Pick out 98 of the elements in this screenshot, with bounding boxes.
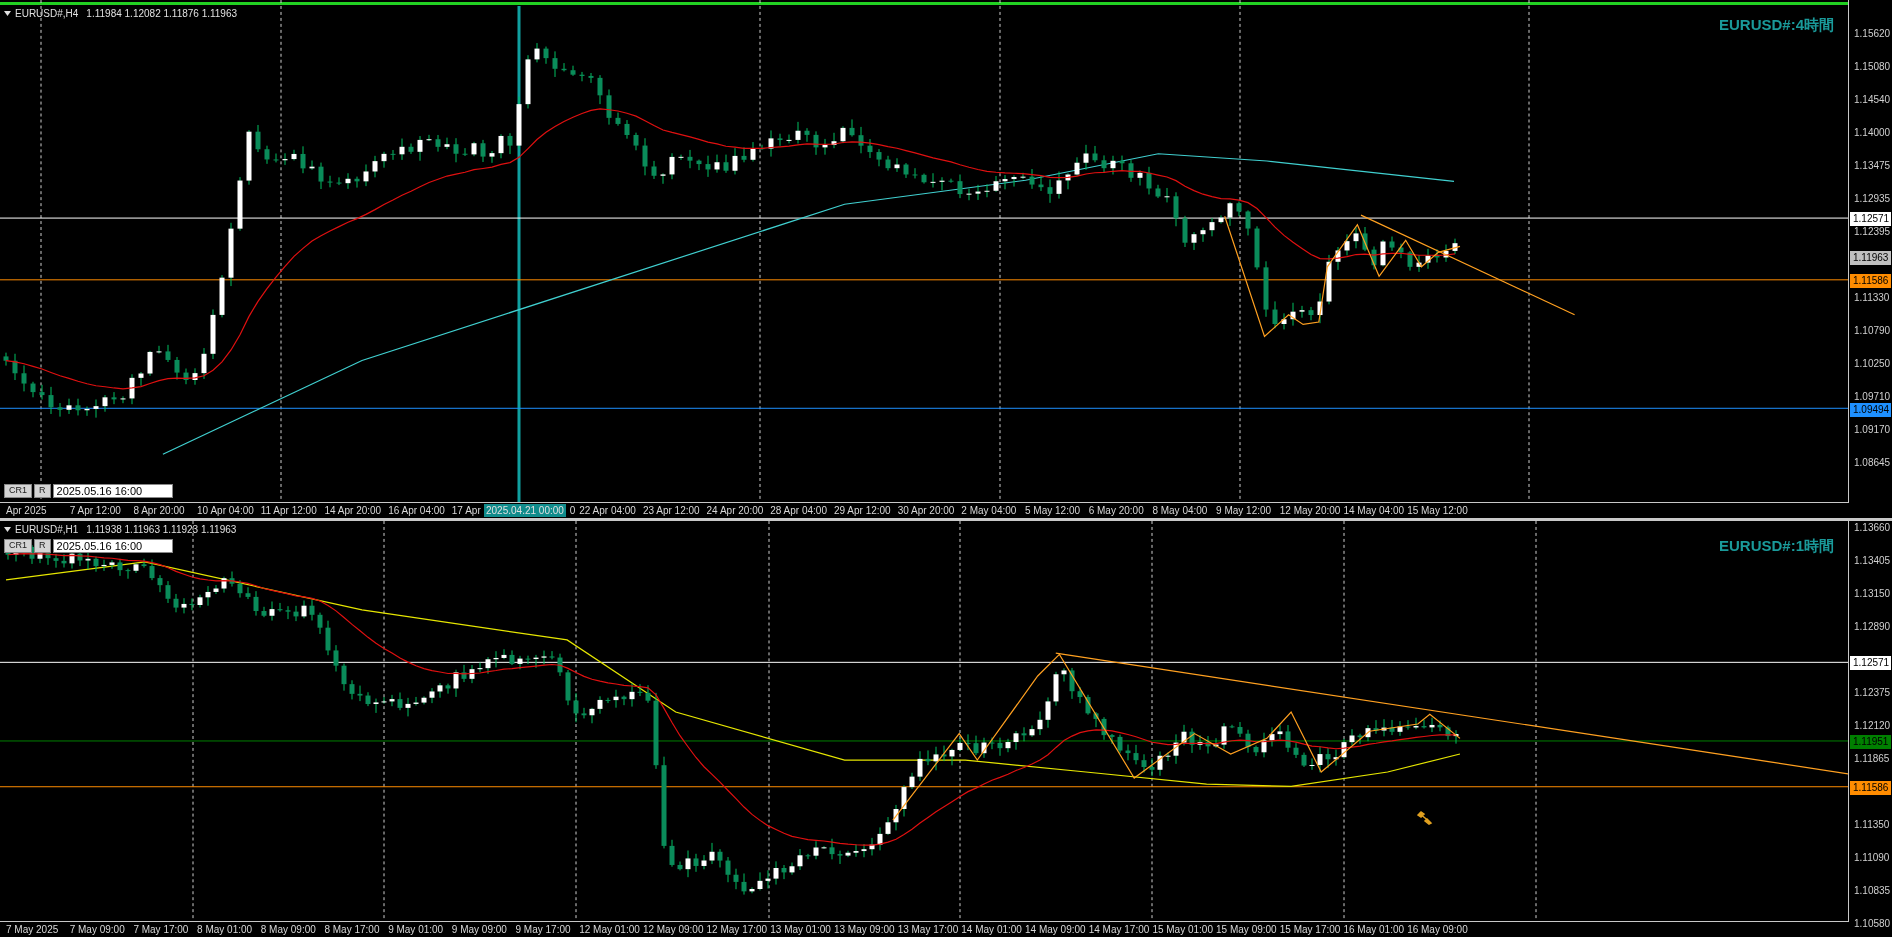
price-axis-label: 1.09710	[1854, 392, 1891, 402]
time-axis-label: 7 May 2025	[6, 923, 59, 937]
time-axis-label: Apr 2025	[6, 503, 47, 518]
zigzag-line[interactable]	[892, 653, 1461, 821]
dropdown-triangle-icon[interactable]	[4, 11, 11, 16]
price-axis-label: 1.13660	[1854, 522, 1891, 533]
price-level-line[interactable]	[0, 740, 1848, 742]
chart-toolbar-button[interactable]: CR1	[4, 483, 32, 498]
price-axis-label: 1.09170	[1854, 425, 1891, 435]
time-axis-label: 22 Apr 04:00	[579, 503, 636, 518]
time-axis-label: 8 Apr 20:00	[133, 503, 185, 518]
trend-line[interactable]	[1360, 214, 1576, 316]
time-axis-label: 8 May 09:00	[260, 923, 316, 937]
time-axis-label: 9 May 12:00	[1216, 503, 1272, 518]
price-axis-label: 1.12890	[1854, 621, 1891, 632]
price-axis-label: 1.10250	[1854, 359, 1891, 369]
time-axis-label: 15 May 12:00	[1407, 503, 1468, 518]
price-axis-label: 1.12375	[1854, 687, 1891, 698]
time-axis-label: 10 Apr 04:00	[197, 503, 254, 518]
time-axis-label: 16 May 09:00	[1407, 923, 1468, 937]
time-axis-label: 12 May 09:00	[642, 923, 704, 937]
time-axis-label: 14 Apr 20:00	[324, 503, 382, 518]
time-axis-label: 6 May 20:00	[1088, 503, 1144, 518]
price-axis-label: 1.14000	[1854, 128, 1891, 138]
time-axis-label: 12 May 20:00	[1279, 503, 1341, 518]
price-tag: 1.11963	[1850, 251, 1891, 265]
price-level-line[interactable]	[0, 786, 1848, 788]
time-axis-label: 13 May 09:00	[833, 923, 895, 937]
time-axis-label: 15 May 09:00	[1216, 923, 1277, 937]
price-axis-label: 1.12395	[1854, 227, 1891, 237]
price-axis-label: 1.10790	[1854, 326, 1891, 336]
price-tag: 1.11586	[1850, 274, 1891, 288]
price-axis-label: 1.11350	[1854, 819, 1890, 830]
time-axis-label: 15 May 17:00	[1279, 923, 1341, 937]
time-axis-label: 9 May 01:00	[388, 923, 444, 937]
time-axis-label: 9 May 09:00	[451, 923, 507, 937]
time-axis-label: 5 May 12:00	[1025, 503, 1081, 518]
time-cursor-label: 2025.04.21 00:00	[484, 503, 566, 517]
price-axis-label: 1.08645	[1854, 458, 1891, 468]
ohlc-values: 1.11984 1.12082 1.11876 1.11963	[86, 7, 238, 21]
price-axis-label: 1.13405	[1854, 555, 1891, 566]
time-axis-label: 15 May 01:00	[1152, 923, 1213, 937]
price-tag: 1.12571	[1850, 655, 1891, 670]
price-tag: 1.09494	[1850, 403, 1891, 417]
time-axis-label: 16 Apr 04:00	[388, 503, 445, 518]
ohlc-values: 1.11938 1.11963 1.11923 1.11963	[86, 522, 237, 537]
time-axis-label: 7 May 09:00	[69, 923, 125, 937]
pane-title: EURUSD#:4時間	[1718, 15, 1834, 35]
date-field[interactable]: 2025.05.16 16:00	[52, 483, 173, 498]
date-field[interactable]: 2025.05.16 16:00	[52, 538, 173, 553]
time-axis-label: 0	[569, 503, 576, 518]
price-axis-label: 1.13150	[1854, 588, 1891, 599]
time-axis-label: 8 May 04:00	[1152, 503, 1208, 518]
zigzag-line[interactable]	[1224, 215, 1461, 338]
price-axis-label: 1.13475	[1854, 161, 1891, 171]
price-axis-label: 1.11330	[1854, 293, 1890, 303]
time-axis-label: 13 May 17:00	[897, 923, 959, 937]
time-axis-label: 8 May 17:00	[324, 923, 380, 937]
chart-toolbar-button[interactable]: R	[34, 483, 51, 498]
price-tag: 1.11951	[1850, 734, 1891, 749]
time-axis-label: 29 Apr 12:00	[833, 503, 891, 518]
price-axis-label: 1.11865	[1854, 753, 1890, 764]
pane-title: EURUSD#:1時間	[1718, 535, 1834, 556]
price-axis-label: 1.14540	[1854, 95, 1891, 105]
time-axis-label: 23 Apr 12:00	[642, 503, 700, 518]
price-axis-label: 1.15620	[1854, 29, 1891, 39]
time-axis-label: 28 Apr 04:00	[770, 503, 827, 518]
price-axis-label: 1.15080	[1854, 62, 1891, 72]
price-axis-label: 1.12120	[1854, 720, 1891, 731]
price-axis-label: 1.12935	[1854, 194, 1891, 204]
time-axis-label: 7 Apr 12:00	[69, 503, 121, 518]
price-axis-label: 1.10835	[1854, 885, 1891, 896]
time-axis-label: 24 Apr 20:00	[706, 503, 764, 518]
time-axis-label: 9 May 17:00	[515, 923, 571, 937]
time-axis-label: 14 May 17:00	[1088, 923, 1150, 937]
time-axis-label: 14 May 01:00	[961, 923, 1022, 937]
time-axis-label: 8 May 01:00	[197, 923, 253, 937]
symbol-label: EURUSD#,H1	[15, 522, 79, 537]
tool-icon	[1417, 810, 1433, 825]
time-axis-label: 30 Apr 20:00	[897, 503, 955, 518]
time-axis-label: 17 Apr	[451, 503, 481, 518]
chart-toolbar-button[interactable]: R	[34, 538, 51, 553]
time-axis-label: 12 May 17:00	[706, 923, 768, 937]
price-axis-label: 1.11090	[1854, 852, 1890, 863]
time-axis-label: 16 May 01:00	[1343, 923, 1405, 937]
dropdown-triangle-icon[interactable]	[4, 526, 11, 532]
time-axis-label: 14 May 04:00	[1343, 503, 1405, 518]
chart-toolbar-button[interactable]: CR1	[4, 538, 32, 553]
price-tag: 1.11586	[1850, 780, 1891, 795]
price-tag: 1.12571	[1850, 212, 1891, 226]
time-axis-label: 7 May 17:00	[133, 923, 189, 937]
symbol-label: EURUSD#,H4	[15, 7, 79, 21]
time-axis-label: 13 May 01:00	[770, 923, 831, 937]
time-axis-label: 11 Apr 12:00	[260, 503, 317, 518]
time-axis-label: 12 May 01:00	[579, 923, 640, 937]
time-axis-label: 14 May 09:00	[1025, 923, 1086, 937]
price-axis-label: 1.10580	[1854, 918, 1891, 929]
time-axis-label: 2 May 04:00	[961, 503, 1017, 518]
